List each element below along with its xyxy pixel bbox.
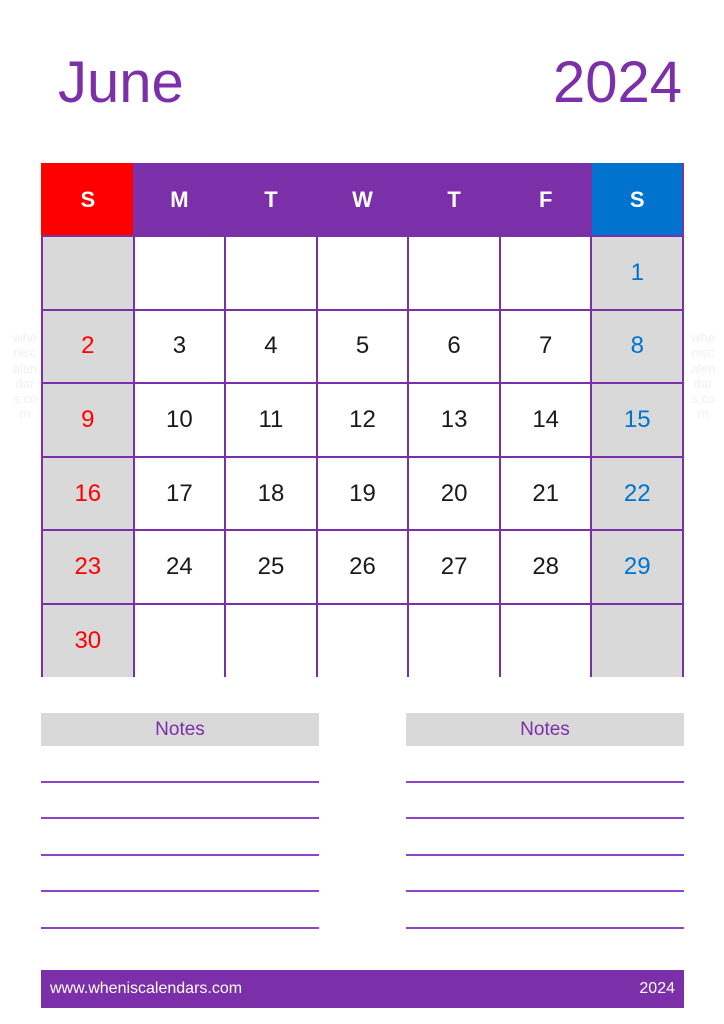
weekday-header-sunday: S <box>41 163 133 235</box>
day-cell[interactable]: 26 <box>315 529 408 603</box>
day-cell[interactable]: 14 <box>498 382 591 456</box>
title-year: 2024 <box>552 50 682 115</box>
day-cell[interactable]: 6 <box>407 308 499 383</box>
week-row: 9 10 11 12 13 14 15 <box>41 382 683 456</box>
notes-line[interactable] <box>41 853 319 856</box>
notes-line[interactable] <box>406 926 684 929</box>
day-cell[interactable]: 5 <box>315 308 408 383</box>
day-cell[interactable]: 22 <box>590 455 683 530</box>
day-cell[interactable] <box>132 602 225 677</box>
day-cell[interactable] <box>315 235 408 309</box>
week-row: 23 24 25 26 27 28 29 <box>41 529 683 603</box>
weekday-header-saturday: S <box>590 163 683 235</box>
day-cell[interactable]: 8 <box>590 308 683 383</box>
day-cell[interactable]: 20 <box>407 455 499 530</box>
notes-column-left: Notes <box>41 713 319 953</box>
day-cell[interactable]: 23 <box>41 529 133 603</box>
footer-bar: www.wheniscalendars.com 2024 <box>41 970 684 1008</box>
notes-line[interactable] <box>406 890 684 892</box>
day-cell[interactable] <box>498 602 591 677</box>
notes-line[interactable] <box>41 890 319 892</box>
day-cell[interactable] <box>315 602 408 677</box>
day-cell[interactable] <box>224 602 316 677</box>
weekday-header-tuesday: T <box>224 163 316 235</box>
week-row: 16 17 18 19 20 21 22 <box>41 455 683 530</box>
day-cell[interactable] <box>407 602 499 677</box>
day-cell[interactable]: 1 <box>590 235 683 309</box>
day-cell[interactable]: 19 <box>315 455 408 530</box>
watermark-right: wheniscalendars.com <box>690 330 716 422</box>
day-cell[interactable]: 4 <box>224 308 316 383</box>
notes-header-left: Notes <box>41 713 319 746</box>
week-row: 30 <box>41 602 683 677</box>
day-cell[interactable]: 12 <box>315 382 408 456</box>
footer-website[interactable]: www.wheniscalendars.com <box>50 981 242 997</box>
weekday-header-thursday: T <box>407 163 499 235</box>
day-cell[interactable]: 7 <box>498 308 591 383</box>
day-cell[interactable]: 25 <box>224 529 316 603</box>
notes-column-right: Notes <box>406 713 684 953</box>
day-cell[interactable]: 27 <box>407 529 499 603</box>
weekday-header-friday: F <box>498 163 591 235</box>
calendar-grid: S M T W T F S 1 2 3 4 5 6 7 8 9 10 11 12… <box>41 163 684 677</box>
day-cell[interactable]: 21 <box>498 455 591 530</box>
week-row: 2 3 4 5 6 7 8 <box>41 308 683 383</box>
day-cell[interactable]: 11 <box>224 382 316 456</box>
day-cell[interactable]: 18 <box>224 455 316 530</box>
day-cell[interactable] <box>41 235 133 309</box>
notes-line[interactable] <box>41 817 319 819</box>
day-cell[interactable]: 10 <box>132 382 225 456</box>
day-cell[interactable]: 2 <box>41 308 133 383</box>
notes-line[interactable] <box>406 817 684 819</box>
notes-line[interactable] <box>41 926 319 929</box>
day-cell[interactable]: 24 <box>132 529 225 603</box>
weekday-header-wednesday: W <box>315 163 408 235</box>
notes-header-right: Notes <box>406 713 684 746</box>
day-cell[interactable] <box>590 602 683 677</box>
day-cell[interactable]: 17 <box>132 455 225 530</box>
day-cell[interactable]: 9 <box>41 382 133 456</box>
day-cell[interactable] <box>407 235 499 309</box>
day-cell[interactable] <box>498 235 591 309</box>
day-cell[interactable]: 16 <box>41 455 133 530</box>
weekday-header-monday: M <box>132 163 225 235</box>
footer-year: 2024 <box>639 980 675 997</box>
day-cell[interactable]: 30 <box>41 602 133 677</box>
weekday-header-row: S M T W T F S <box>41 163 683 235</box>
day-cell[interactable] <box>132 235 225 309</box>
notes-line[interactable] <box>406 780 684 783</box>
day-cell[interactable]: 28 <box>498 529 591 603</box>
day-cell[interactable]: 15 <box>590 382 683 456</box>
week-row: 1 <box>41 235 683 309</box>
watermark-left: wheniscalendars.com <box>12 330 38 422</box>
calendar-title: June 2024 <box>41 47 684 119</box>
day-cell[interactable]: 3 <box>132 308 225 383</box>
calendar-page: wheniscalendars.com wheniscalendars.com … <box>0 0 724 1024</box>
notes-line[interactable] <box>406 853 684 856</box>
day-cell[interactable]: 29 <box>590 529 683 603</box>
day-cell[interactable] <box>224 235 316 309</box>
notes-section: Notes Notes <box>41 713 684 953</box>
notes-line[interactable] <box>41 780 319 783</box>
day-cell[interactable]: 13 <box>407 382 499 456</box>
title-month: June <box>58 50 184 115</box>
